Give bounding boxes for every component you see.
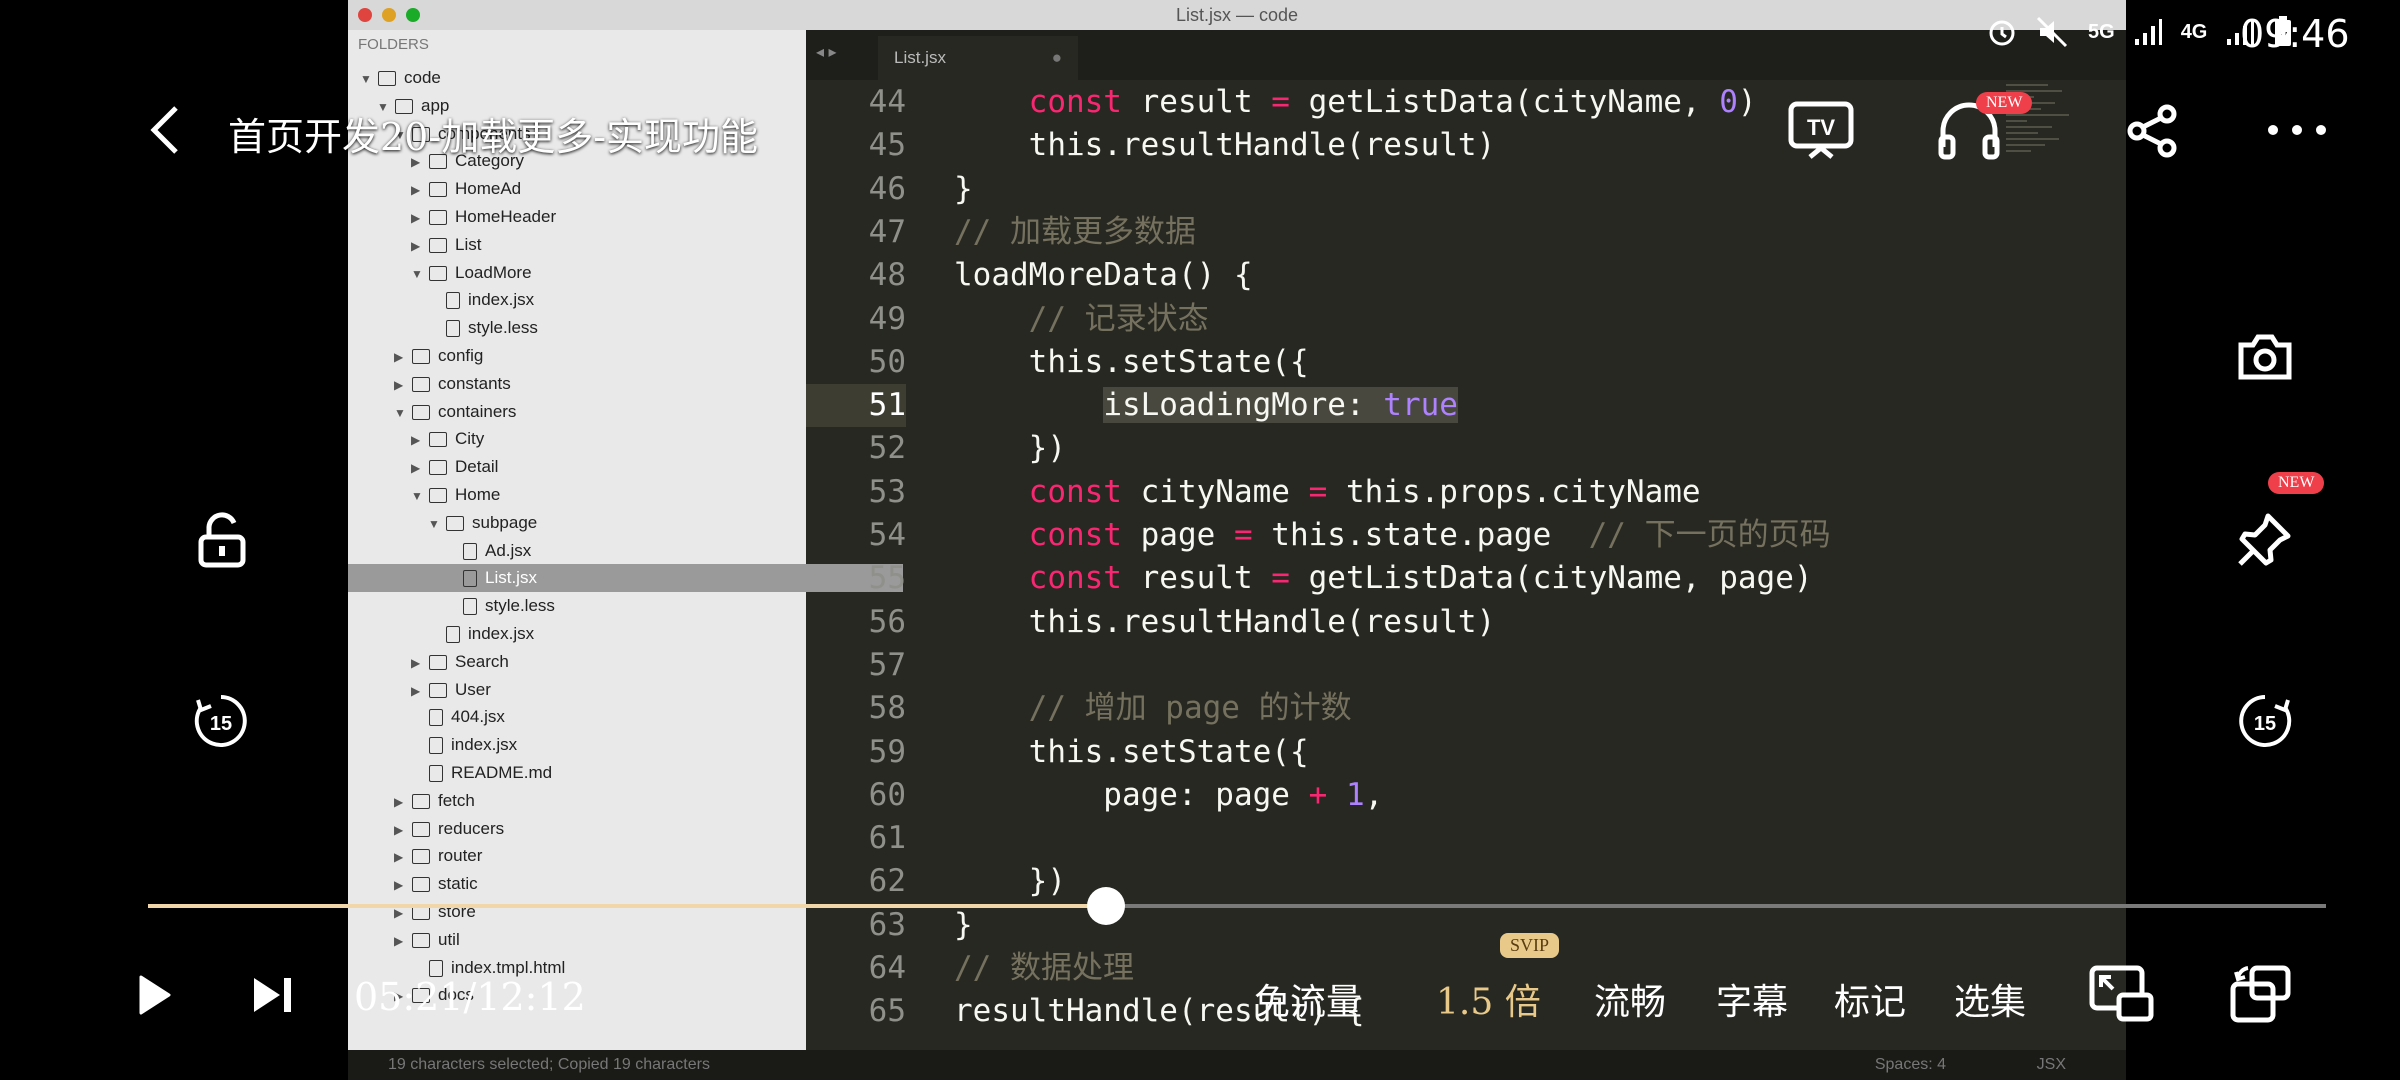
play-button[interactable]	[130, 970, 180, 1020]
share-icon	[2127, 104, 2177, 158]
screen-lock-button[interactable]	[192, 510, 252, 570]
play-icon	[139, 975, 171, 1015]
forward-15-button[interactable]: 15	[2234, 690, 2296, 752]
camera-icon	[2238, 334, 2292, 380]
pin-icon	[2238, 513, 2291, 566]
progress-knob[interactable]	[1086, 887, 1125, 925]
more-button[interactable]	[2262, 110, 2332, 150]
progress-fill	[148, 904, 1106, 908]
svg-text:15: 15	[2254, 713, 2276, 735]
speed-button[interactable]: 1.5 倍	[1436, 973, 1541, 1025]
rotate-icon	[2230, 965, 2291, 1023]
back-arrow-icon	[150, 106, 178, 154]
next-episode-button[interactable]	[248, 970, 298, 1020]
svg-text:15: 15	[210, 713, 232, 735]
rewind-15-button[interactable]: 15	[190, 690, 252, 752]
player-overlay: 5G 4G 09:46 首页开发20-加载更多-实现功能 TV NEW NEW …	[0, 0, 2400, 1080]
mute-icon	[2036, 16, 2068, 48]
svip-badge: SVIP	[1500, 933, 1560, 958]
progress-bar[interactable]	[148, 887, 2326, 925]
clock: 09:46	[2240, 12, 2350, 56]
alarm-icon	[1989, 20, 2015, 46]
playback-time: 05:21/12:12	[354, 975, 586, 1019]
pip-button[interactable]	[2088, 962, 2156, 1026]
rotate-screen-button[interactable]	[2228, 962, 2294, 1026]
pin-new-badge: NEW	[2268, 472, 2325, 494]
signal-icon	[2134, 19, 2162, 45]
tv-cast-button[interactable]: TV	[1786, 100, 1856, 162]
svg-text:TV: TV	[1807, 115, 1835, 140]
picture-in-picture-icon	[2089, 965, 2154, 1022]
audio-new-badge: NEW	[1976, 92, 2033, 114]
back-button[interactable]	[140, 100, 190, 160]
episodes-button[interactable]: 选集	[1954, 973, 2026, 1025]
tv-icon: TV	[1788, 101, 1854, 159]
network-5g-label: 5G	[2088, 20, 2115, 43]
subtitles-button[interactable]: 字幕	[1716, 973, 1788, 1025]
pin-button[interactable]	[2234, 510, 2294, 570]
video-title: 首页开发20-加载更多-实现功能	[228, 115, 759, 159]
skip-next-icon	[254, 978, 291, 1012]
unlock-icon	[198, 512, 246, 568]
forward-15-icon: 15	[2239, 695, 2292, 747]
network-4g-label: 4G	[2180, 20, 2208, 43]
more-dots-icon	[2268, 125, 2326, 135]
rewind-15-icon: 15	[194, 695, 247, 747]
screenshot-button[interactable]	[2236, 328, 2294, 384]
free-data-button[interactable]: 免流量	[1254, 973, 1362, 1025]
quality-button[interactable]: 流畅	[1594, 973, 1666, 1025]
mark-button[interactable]: 标记	[1834, 973, 1906, 1025]
share-button[interactable]	[2120, 100, 2184, 162]
